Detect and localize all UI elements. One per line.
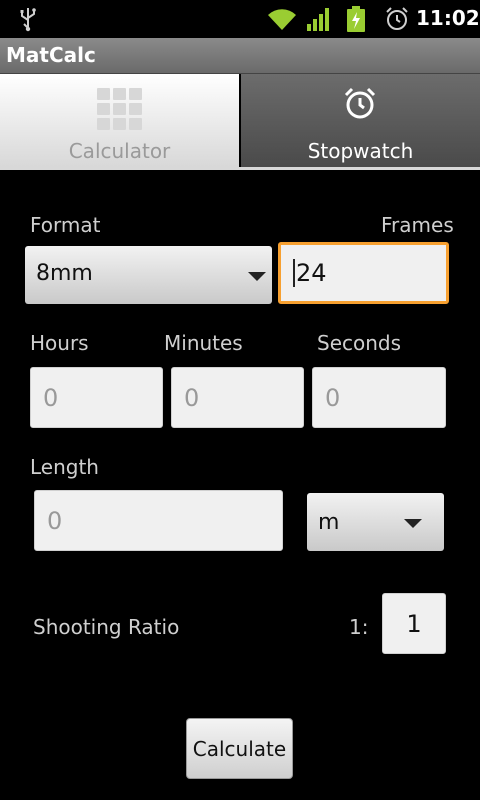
ratio-value: 1: [406, 609, 422, 638]
status-time: 11:02: [416, 6, 480, 30]
seconds-input[interactable]: 0: [312, 367, 446, 428]
shooting-ratio-label: Shooting Ratio: [33, 615, 180, 639]
tab-bar: Calculator Stopwatch: [0, 74, 480, 170]
calculator-grid-icon: [97, 88, 143, 130]
tab-stopwatch[interactable]: Stopwatch: [241, 74, 480, 167]
unit-value: m: [318, 510, 340, 535]
usb-icon: [20, 8, 36, 32]
minutes-placeholder: 0: [184, 383, 200, 412]
wifi-icon: [268, 9, 296, 31]
format-label: Format: [30, 213, 101, 237]
alarm-icon: [386, 7, 408, 30]
minutes-label: Minutes: [164, 331, 243, 355]
length-placeholder: 0: [47, 506, 63, 535]
minutes-input[interactable]: 0: [171, 367, 304, 428]
tab-calculator[interactable]: Calculator: [0, 74, 239, 167]
app-title: MatCalc: [6, 43, 96, 67]
seconds-label: Seconds: [317, 331, 402, 355]
tab-stopwatch-label: Stopwatch: [307, 139, 414, 163]
shooting-ratio-input[interactable]: 1: [382, 593, 446, 654]
battery-charging-icon: [347, 6, 365, 32]
text-cursor: [293, 259, 295, 287]
length-label: Length: [30, 455, 99, 479]
signal-icon: [307, 8, 329, 31]
hours-placeholder: 0: [43, 383, 59, 412]
tab-calculator-label: Calculator: [68, 139, 171, 163]
hours-input[interactable]: 0: [30, 367, 163, 428]
frames-input[interactable]: 24: [278, 242, 449, 304]
status-bar: 11:02: [0, 0, 480, 38]
chevron-down-icon: [248, 272, 266, 281]
format-value: 8mm: [36, 261, 93, 286]
seconds-placeholder: 0: [325, 383, 341, 412]
unit-spinner[interactable]: m: [307, 493, 444, 551]
ratio-prefix: 1:: [349, 615, 369, 639]
hours-label: Hours: [30, 331, 89, 355]
frames-value: 24: [296, 259, 327, 287]
tab-divider: [0, 167, 480, 170]
frames-label: Frames: [381, 213, 454, 237]
format-spinner[interactable]: 8mm: [25, 246, 272, 304]
length-input[interactable]: 0: [34, 490, 283, 551]
chevron-down-icon: [404, 519, 422, 528]
calculate-button[interactable]: Calculate: [186, 718, 293, 779]
app-title-bar: MatCalc: [0, 38, 480, 74]
calculate-button-label: Calculate: [192, 736, 287, 761]
alarm-clock-icon: [344, 87, 376, 119]
